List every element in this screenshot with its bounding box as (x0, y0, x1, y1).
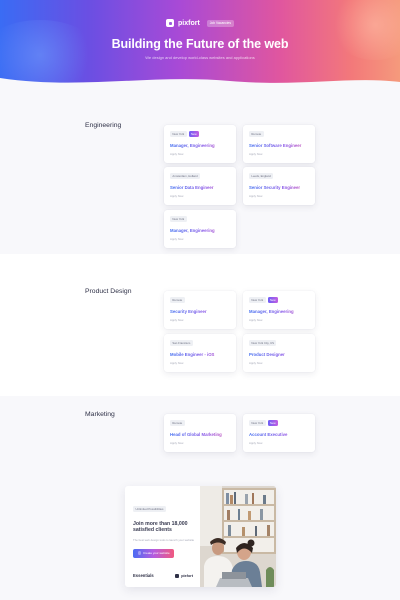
apply-link[interactable]: Apply Now (249, 194, 315, 198)
plus-icon (137, 551, 141, 555)
job-title-link[interactable]: Senior Data Engineer (170, 185, 236, 190)
team-photo-illustration (200, 486, 276, 587)
location-tag: New York City, US (249, 339, 277, 346)
job-title-link[interactable]: Manager, Engineering (170, 143, 236, 148)
job-card[interactable]: Remote Head of Global Marketing Apply No… (164, 414, 236, 452)
create-website-button[interactable]: Create your website (133, 548, 175, 558)
page-subtitle: We design and develop world-class websit… (145, 55, 255, 60)
apply-link[interactable]: Apply Now (170, 194, 236, 198)
location-tag: New York (170, 215, 187, 222)
location-tag: San Francisco (170, 339, 193, 346)
promo-tag: Unlimited Possibilities (133, 506, 166, 512)
section-title-marketing: Marketing (85, 411, 115, 418)
team-photo (200, 486, 276, 587)
brand-badge: Job Vacancies (206, 19, 234, 27)
new-badge: New (267, 296, 278, 303)
promo-heading: Join more than 18,000 satisfied clients (133, 521, 188, 534)
new-badge: New (188, 130, 199, 137)
job-card[interactable]: Amsterdam, Holland Senior Data Engineer … (164, 167, 236, 205)
location-tag: Remote (249, 130, 264, 137)
job-card[interactable]: New York New Manager, Engineering Apply N… (164, 125, 236, 163)
essentials-label: Essentials (133, 573, 154, 578)
job-card[interactable]: New York New Account Executive Apply Now (243, 414, 315, 452)
apply-link[interactable]: Apply Now (170, 318, 236, 322)
job-card[interactable]: Leeds, England Senior Security Engineer … (243, 167, 315, 205)
apply-link[interactable]: Apply Now (249, 441, 315, 445)
location-tag: New York (249, 296, 266, 303)
location-tag: New York (249, 419, 266, 426)
brand-name: pixfort (178, 19, 200, 27)
job-card[interactable]: New York City, US Product Designer Apply… (243, 334, 315, 372)
job-title-link[interactable]: Senior Software Engineer (249, 143, 315, 148)
job-title-link[interactable]: Mobile Engineer - iOS (170, 352, 236, 357)
job-card[interactable]: New York Manager, Engineering Apply Now (164, 210, 236, 248)
promo-card: Unlimited Possibilities Join more than 1… (125, 486, 276, 587)
pixfort-brand[interactable]: pixfort (175, 573, 193, 578)
apply-link[interactable]: Apply Now (170, 441, 236, 445)
job-title-link[interactable]: Head of Global Marketing (170, 432, 236, 437)
page-title: Building the Future of the web (111, 37, 289, 51)
job-title-link[interactable]: Senior Security Engineer (249, 185, 315, 190)
job-card[interactable]: New York New Manager, Engineering Apply N… (243, 291, 315, 329)
apply-link[interactable]: Apply Now (170, 237, 236, 241)
job-card[interactable]: San Francisco Mobile Engineer - iOS Appl… (164, 334, 236, 372)
promo-content: Unlimited Possibilities Join more than 1… (133, 497, 201, 560)
job-title-link[interactable]: Manager, Engineering (249, 309, 315, 314)
section-title-product-design: Product Design (85, 288, 132, 295)
create-website-label: Create your website (143, 551, 170, 556)
job-title-link[interactable]: Security Engineer (170, 309, 236, 314)
promo-description: The best web design tools to launch your… (133, 537, 195, 542)
pixfort-logo-icon (175, 573, 180, 578)
apply-link[interactable]: Apply Now (249, 361, 315, 365)
apply-link[interactable]: Apply Now (170, 361, 236, 365)
job-card[interactable]: Remote Security Engineer Apply Now (164, 291, 236, 329)
job-title-link[interactable]: Manager, Engineering (170, 228, 236, 233)
pixfort-brand-name: pixfort (181, 573, 193, 578)
job-title-link[interactable]: Account Executive (249, 432, 315, 437)
section-title-engineering: Engineering (85, 122, 122, 129)
apply-link[interactable]: Apply Now (170, 152, 236, 156)
location-tag: Remote (170, 419, 185, 426)
job-card[interactable]: Remote Senior Software Engineer Apply No… (243, 125, 315, 163)
pixfort-logo-icon (166, 19, 174, 27)
promo-footer: Essentials pixfort (133, 573, 193, 578)
location-tag: Amsterdam, Holland (170, 172, 201, 179)
brand[interactable]: pixfort Job Vacancies (0, 19, 400, 27)
apply-link[interactable]: Apply Now (249, 318, 315, 322)
new-badge: New (267, 419, 278, 426)
location-tag: Remote (170, 296, 185, 303)
job-title-link[interactable]: Product Designer (249, 352, 315, 357)
apply-link[interactable]: Apply Now (249, 152, 315, 156)
location-tag: New York (170, 130, 187, 137)
location-tag: Leeds, England (249, 172, 274, 179)
